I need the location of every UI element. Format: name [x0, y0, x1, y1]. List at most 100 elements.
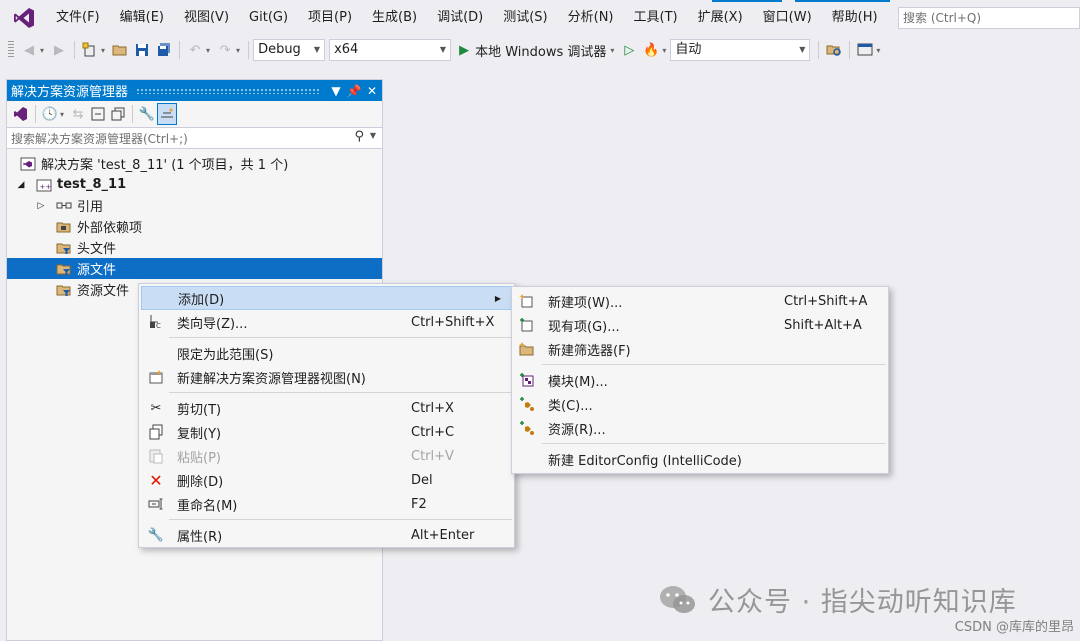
menu-separator	[169, 392, 512, 393]
chevron-down-icon: ▼	[799, 45, 806, 54]
ctx-class-wizard[interactable]: C 类向导(Z)... Ctrl+Shift+X	[139, 310, 514, 334]
submenu-new-item[interactable]: 新建项(W)... Ctrl+Shift+A	[512, 289, 888, 313]
tree-references-node[interactable]: ▷ 引用	[7, 195, 382, 216]
menu-debug[interactable]: 调试(D)	[427, 0, 493, 36]
switch-views-icon[interactable]	[11, 103, 31, 125]
menu-help[interactable]: 帮助(H)	[822, 0, 888, 36]
add-submenu: 新建项(W)... Ctrl+Shift+A 现有项(G)... Shift+A…	[511, 286, 889, 474]
collapse-all-icon[interactable]	[108, 103, 128, 125]
navigate-back-icon[interactable]: ◀	[18, 39, 40, 61]
ctx-cut[interactable]: ✂ 剪切(T) Ctrl+X	[139, 396, 514, 420]
visual-studio-logo-icon[interactable]	[12, 7, 36, 29]
preview-selected-items-icon[interactable]	[157, 103, 178, 125]
redo-icon[interactable]: ↷	[214, 39, 236, 61]
ctx-label: 剪切(T)	[177, 402, 222, 418]
cpp-project-icon: ++	[35, 177, 53, 193]
auto-select-value: 自动	[675, 42, 702, 57]
undo-dropdown-icon[interactable]: ▾	[206, 46, 210, 55]
ctx-properties[interactable]: 🔧 属性(R) Alt+Enter	[139, 523, 514, 547]
window-position-dropdown-icon[interactable]: ▼	[328, 84, 344, 98]
pin-icon[interactable]: 📌	[346, 84, 362, 98]
platform-select[interactable]: x64 ▼	[329, 39, 452, 61]
menu-tools[interactable]: 工具(T)	[624, 0, 688, 36]
new-dropdown-icon[interactable]: ▾	[101, 46, 105, 55]
standard-toolbar: ◀ ▾ ▶ ▾ ↶ ▾ ↷ ▾ Debug ▼ x64 ▼ ▶ 本地 Windo…	[0, 36, 1080, 64]
menu-git[interactable]: Git(G)	[239, 0, 298, 36]
open-folder-icon[interactable]	[109, 39, 131, 61]
menu-separator	[169, 519, 512, 520]
hot-reload-icon[interactable]: 🔥	[640, 39, 662, 61]
tree-solution-node[interactable]: 解决方案 'test_8_11' (1 个项目，共 1 个)	[7, 153, 382, 174]
start-without-debugging-icon[interactable]: ▷	[618, 39, 640, 61]
filter-folder-icon	[55, 261, 73, 277]
global-search-input[interactable]: 搜索 (Ctrl+Q)	[898, 7, 1080, 29]
collapsed-arrow-icon[interactable]: ▷	[35, 201, 47, 211]
find-in-files-icon[interactable]	[823, 39, 845, 61]
class-icon	[512, 396, 542, 412]
submenu-existing-item[interactable]: 现有项(G)... Shift+Alt+A	[512, 313, 888, 337]
properties-wrench-icon[interactable]: 🔧	[137, 103, 157, 125]
new-item-icon	[512, 293, 542, 309]
solution-config-value: Debug	[258, 42, 301, 57]
tree-external-deps-node[interactable]: 外部依赖项	[7, 216, 382, 237]
expanded-arrow-icon[interactable]: ◢	[15, 180, 27, 190]
submenu-new-editorconfig[interactable]: 新建 EditorConfig (IntelliCode)	[512, 447, 888, 471]
tree-project-node[interactable]: ◢ ++ test_8_11	[7, 174, 382, 195]
title-accent-strip	[712, 0, 782, 2]
ctx-label: 粘贴(P)	[177, 450, 221, 466]
menu-analyze[interactable]: 分析(N)	[558, 0, 624, 36]
menu-file[interactable]: 文件(F)	[46, 0, 110, 36]
search-options-dropdown-icon[interactable]: ▼	[370, 131, 376, 140]
toolbar-separator	[818, 41, 820, 59]
ctx-copy[interactable]: 复制(Y) Ctrl+C	[139, 420, 514, 444]
window-layout-icon[interactable]	[854, 39, 876, 61]
submenu-module[interactable]: 模块(M)...	[512, 368, 888, 392]
ctx-delete[interactable]: ✕ 删除(D) Del	[139, 468, 514, 492]
ctx-rename[interactable]: 重命名(M) F2	[139, 492, 514, 516]
menu-window[interactable]: 窗口(W)	[753, 0, 822, 36]
pending-changes-icon[interactable]: 🕓	[40, 103, 60, 125]
menu-build[interactable]: 生成(B)	[362, 0, 427, 36]
menu-view[interactable]: 视图(V)	[174, 0, 239, 36]
undo-icon[interactable]: ↶	[184, 39, 206, 61]
menu-test[interactable]: 测试(S)	[493, 0, 557, 36]
save-all-icon[interactable]	[153, 39, 175, 61]
menu-separator	[542, 443, 886, 444]
tree-header-files-node[interactable]: 头文件	[7, 237, 382, 258]
scissors-icon: ✂	[150, 400, 162, 416]
navigate-forward-icon[interactable]: ▶	[48, 39, 70, 61]
start-debugging-button[interactable]: ▶ 本地 Windows 调试器	[455, 39, 610, 61]
tree-source-files-node[interactable]: 源文件	[7, 258, 382, 279]
menu-edit[interactable]: 编辑(E)	[110, 0, 174, 36]
pending-changes-dropdown-icon[interactable]: ▾	[60, 110, 64, 119]
sync-with-document-icon[interactable]: ⇆	[68, 103, 88, 125]
save-icon[interactable]	[131, 39, 153, 61]
chevron-down-icon: ▼	[313, 45, 321, 54]
toolbar-separator	[35, 105, 36, 123]
menu-extensions[interactable]: 扩展(X)	[688, 0, 753, 36]
auto-select[interactable]: 自动 ▼	[670, 39, 811, 61]
submenu-new-filter[interactable]: 新建筛选器(F)	[512, 337, 888, 361]
search-icon[interactable]: ⚲	[354, 129, 364, 144]
ctx-new-explorer-view[interactable]: 新建解决方案资源管理器视图(N)	[139, 365, 514, 389]
ctx-paste[interactable]: 粘贴(P) Ctrl+V	[139, 444, 514, 468]
debug-target-dropdown-icon[interactable]: ▾	[610, 46, 614, 55]
solution-explorer-search-input[interactable]: 搜索解决方案资源管理器(Ctrl+;) ⚲ ▼	[7, 127, 382, 149]
submenu-resource[interactable]: 资源(R)...	[512, 416, 888, 440]
submenu-class[interactable]: 类(C)...	[512, 392, 888, 416]
redo-dropdown-icon[interactable]: ▾	[236, 46, 240, 55]
hot-reload-dropdown-icon[interactable]: ▾	[662, 46, 666, 55]
solution-config-select[interactable]: Debug ▼	[253, 39, 326, 61]
toolbar-grip[interactable]	[8, 41, 14, 59]
ctx-scope-to-this[interactable]: 限定为此范围(S)	[139, 341, 514, 365]
new-project-icon[interactable]	[79, 39, 101, 61]
platform-value: x64	[334, 42, 359, 57]
ctx-label: 新建解决方案资源管理器视图(N)	[177, 371, 366, 387]
toolbar-options-icon[interactable]: ▾	[876, 46, 880, 55]
back-dropdown-icon[interactable]: ▾	[40, 46, 44, 55]
ctx-add[interactable]: 添加(D) ▶	[141, 286, 512, 310]
close-icon[interactable]: ✕	[364, 84, 380, 98]
refresh-icon[interactable]	[88, 103, 108, 125]
menu-project[interactable]: 项目(P)	[298, 0, 362, 36]
watermark-text: 公众号 · 指尖动听知识库	[708, 587, 1017, 618]
